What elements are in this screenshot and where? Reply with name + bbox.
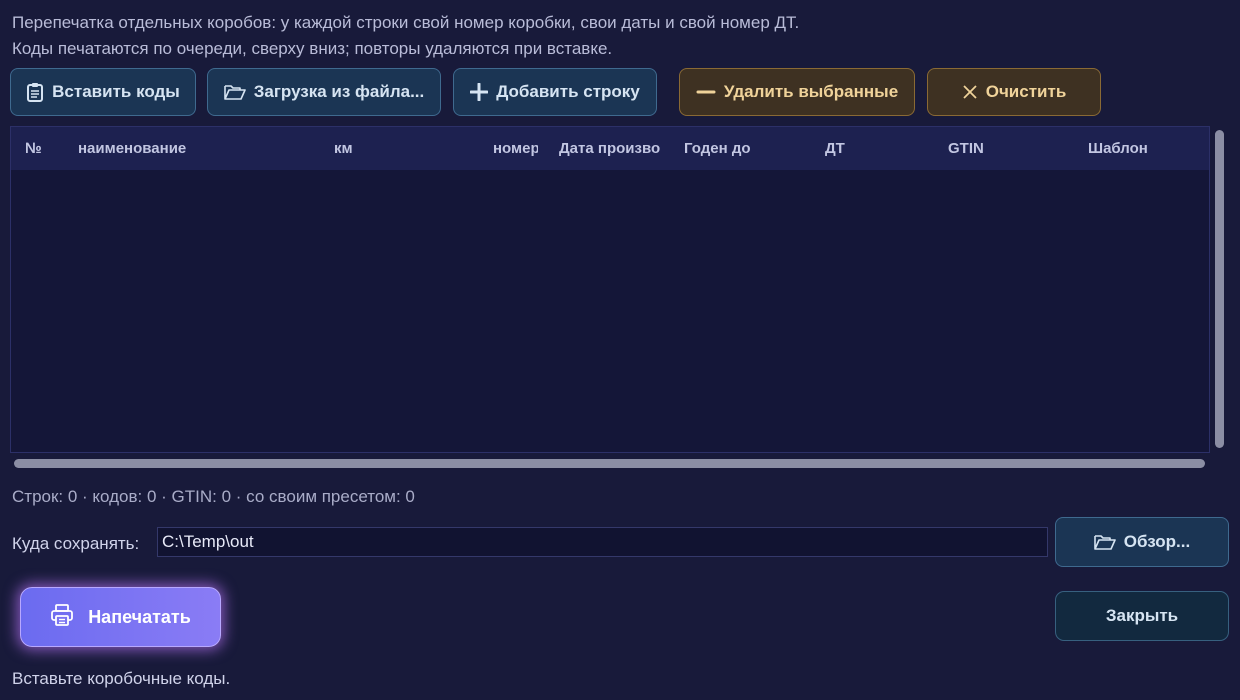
minus-icon [696, 83, 716, 101]
add-row-label: Добавить строку [496, 82, 640, 101]
folder-icon [223, 83, 246, 101]
table-header: № наименование км номер Дата произво Год… [11, 127, 1209, 170]
print-label: Напечатать [88, 606, 191, 627]
delete-selected-button[interactable]: Удалить выбранные [679, 68, 915, 116]
horizontal-scrollbar[interactable] [14, 459, 1205, 468]
x-icon [962, 84, 978, 100]
status-message: Вставьте коробочные коды. [12, 669, 231, 688]
column-header-production-date[interactable]: Дата произво [559, 127, 661, 170]
delete-selected-label: Удалить выбранные [723, 82, 899, 101]
print-button[interactable]: Напечатать [20, 587, 221, 647]
plus-icon [470, 83, 489, 101]
load-from-file-button[interactable]: Загрузка из файла... [207, 68, 441, 116]
column-header-name[interactable]: наименование [78, 127, 318, 170]
paste-codes-label: Вставить коды [52, 82, 180, 101]
codes-table[interactable]: № наименование км номер Дата произво Год… [10, 126, 1210, 453]
paste-codes-button[interactable]: Вставить коды [10, 68, 196, 116]
column-header-km[interactable]: км [334, 127, 474, 170]
save-path-label: Куда сохранять: [12, 534, 140, 553]
browse-label: Обзор... [1123, 532, 1191, 551]
printer-icon [50, 603, 74, 631]
column-header-expiry[interactable]: Годен до [684, 127, 804, 170]
column-header-gtin[interactable]: GTIN [948, 127, 1068, 170]
browse-button[interactable]: Обзор... [1055, 517, 1229, 567]
close-button[interactable]: Закрыть [1055, 591, 1229, 641]
row-counts-summary: Строк: 0 · кодов: 0 · GTIN: 0 · со своим… [12, 487, 415, 506]
folder-icon [1093, 533, 1116, 551]
clear-label: Очистить [985, 82, 1067, 101]
description-line-1: Перепечатка отдельных коробов: у каждой … [12, 13, 800, 32]
column-header-number[interactable]: № [25, 127, 65, 170]
description-line-2: Коды печатаются по очереди, сверху вниз;… [12, 39, 613, 58]
column-header-template[interactable]: Шаблон [1088, 127, 1198, 170]
column-header-dt[interactable]: ДТ [825, 127, 925, 170]
column-header-box-number[interactable]: номер [493, 127, 538, 170]
add-row-button[interactable]: Добавить строку [453, 68, 657, 116]
save-path-input[interactable] [157, 527, 1048, 557]
vertical-scrollbar[interactable] [1215, 130, 1224, 448]
clear-button[interactable]: Очистить [927, 68, 1101, 116]
clipboard-icon [26, 82, 44, 102]
load-from-file-label: Загрузка из файла... [253, 82, 425, 101]
